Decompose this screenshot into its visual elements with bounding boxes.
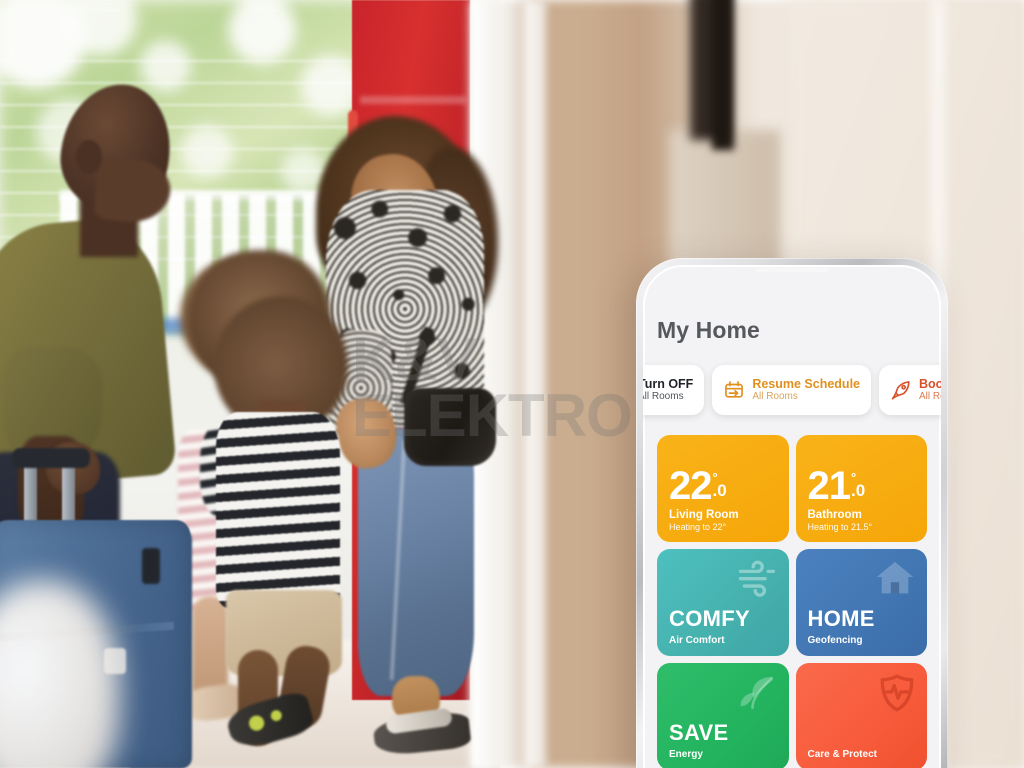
turn-off-sublabel: All Rooms: [643, 391, 684, 403]
bathroom-temp-frac: .0: [851, 480, 866, 500]
save-title: SAVE: [669, 720, 729, 745]
phone-screen: My Home Turn OFF All Rooms: [643, 265, 941, 768]
bathroom-name: Bathroom: [807, 509, 862, 521]
resume-schedule-button[interactable]: Resume Schedule All Rooms: [712, 365, 871, 415]
wind-icon: [734, 557, 780, 604]
tile-comfy[interactable]: COMFY Air Comfort: [657, 549, 789, 656]
tile-living-room[interactable]: 22 ° .0 Living Room Heating to 22°: [657, 435, 789, 542]
bathroom-status: Heating to 21.5°: [807, 522, 873, 532]
turn-off-label: Turn OFF: [643, 377, 694, 392]
suitcase-lock: [142, 548, 160, 584]
resume-schedule-sublabel: All Rooms: [752, 391, 798, 403]
living-room-temperature: 22 ° .0: [669, 463, 777, 508]
man-ear: [76, 140, 102, 174]
smartphone-mockup: My Home Turn OFF All Rooms: [636, 258, 948, 768]
leaf-icon: [734, 671, 780, 718]
house-icon: [872, 557, 918, 604]
quick-actions-row: Turn OFF All Rooms: [643, 365, 941, 415]
home-subtitle: Geofencing: [807, 635, 863, 646]
app-screen: My Home Turn OFF All Rooms: [643, 265, 941, 768]
shield-heartbeat-icon: [876, 671, 918, 720]
page-title: My Home: [657, 317, 760, 343]
woman-jeans: [358, 428, 474, 696]
woman-handbag: [404, 388, 496, 466]
resume-schedule-label: Resume Schedule: [752, 377, 860, 392]
care-subtitle: Care & Protect: [807, 749, 877, 760]
boost-heating-sublabel: All Rooms: [919, 391, 941, 403]
tile-care-and-protect[interactable]: Care & Protect: [795, 663, 927, 768]
living-room-temp-int: 22: [669, 463, 712, 508]
boost-heating-label: Boost Heating: [919, 377, 941, 392]
living-room-temp-frac: .0: [712, 480, 727, 500]
child-striped-shirt: [216, 412, 340, 608]
save-subtitle: Energy: [669, 749, 703, 760]
rocket-icon: [890, 379, 912, 401]
bathroom-temp-int: 21: [807, 463, 851, 508]
tile-home[interactable]: HOME Geofencing: [795, 549, 927, 656]
living-room-status: Heating to 22°: [669, 522, 727, 532]
suitcase-grip: [12, 448, 90, 468]
tile-save[interactable]: SAVE Energy: [657, 663, 789, 768]
door-rail-top: [360, 96, 466, 104]
living-room-name: Living Room: [669, 509, 739, 521]
room-tiles-grid: 22 ° .0 Living Room Heating to 22° 21 ° …: [657, 435, 927, 768]
tile-bathroom[interactable]: 21 ° .0 Bathroom Heating to 21.5°: [795, 435, 927, 542]
bathroom-temperature: 21 ° .0: [807, 463, 916, 508]
comfy-subtitle: Air Comfort: [669, 635, 725, 646]
interior-trim-2: [524, 0, 546, 768]
interior-dark-element-2: [712, 0, 734, 150]
comfy-title: COMFY: [669, 606, 750, 631]
calendar-arrow-icon: [723, 379, 745, 401]
turn-off-button[interactable]: Turn OFF All Rooms: [643, 365, 705, 415]
home-title: HOME: [807, 606, 875, 631]
boost-heating-button[interactable]: Boost Heating All Rooms: [879, 365, 941, 415]
